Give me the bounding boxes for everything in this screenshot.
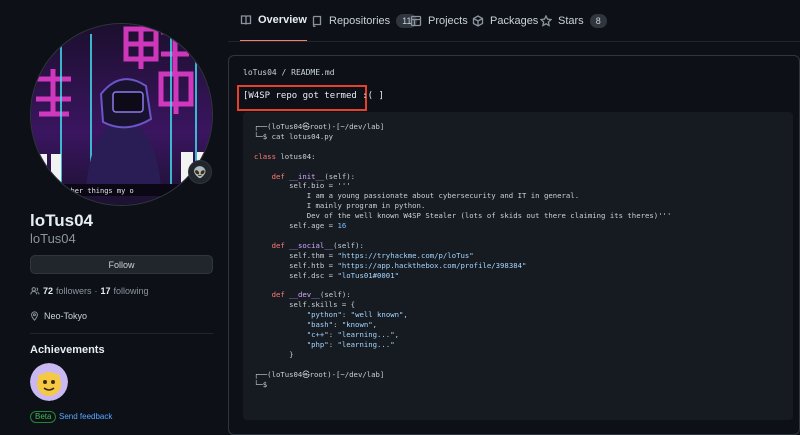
readme-path[interactable]: loTus04 / README.md: [243, 68, 335, 77]
readme-highlight-line: [W4SP repo got termed :( ]: [243, 91, 384, 101]
send-feedback-link[interactable]: Send feedback: [59, 411, 112, 423]
package-icon: [472, 15, 484, 27]
code-line: "php": "learning...": [306, 339, 395, 349]
code-line: └─$: [254, 379, 268, 389]
code-line: "python": "well known",: [306, 310, 408, 320]
code-line: class lotus04:: [254, 151, 316, 161]
code-line: "bash": "known",: [306, 320, 378, 330]
followers-info: 72 followers · 17 following: [30, 286, 149, 296]
following-count[interactable]: 17: [101, 286, 111, 296]
code-line: def __init__(self):: [271, 171, 356, 181]
beta-label: Beta: [30, 411, 57, 423]
code-line: I mainly program in python.: [254, 201, 426, 211]
code-line: "c++": "learning...",: [306, 330, 400, 340]
profile-login: loTus04: [30, 231, 76, 246]
readme-code: ┌──(loTus04㉿root)-[~/dev/lab] └─$ cat lot…: [254, 122, 671, 389]
code-line: def __social__(self):: [271, 240, 364, 250]
alien-icon: 👽: [193, 166, 207, 179]
tab-label: Projects: [428, 15, 468, 27]
avatar-caption: > remember things my o: [41, 187, 134, 195]
tab-label: Stars: [558, 15, 584, 27]
code-line: self.thm = "https://tryhackme.com/p/loTu…: [254, 250, 474, 260]
following-label[interactable]: following: [114, 286, 149, 296]
code-line: def __dev__(self):: [271, 290, 351, 300]
achievement-badge[interactable]: [30, 363, 68, 401]
table-icon: [410, 15, 422, 27]
tab-label: Packages: [490, 15, 539, 27]
code-line: self.dsc = "loTus01#0001": [254, 270, 399, 280]
tab-repositories[interactable]: Repositories 11: [311, 0, 418, 42]
tab-stars[interactable]: Stars 8: [540, 0, 607, 42]
code-line: Dev of the well known W4SP Stealer (lots…: [254, 211, 672, 221]
code-line: }: [254, 349, 294, 359]
avatar[interactable]: > remember things my o: [30, 23, 213, 206]
repo-icon: [312, 15, 322, 27]
separator-dot: ·: [94, 286, 98, 296]
code-line: self.htb = "https://app.hackthebox.com/p…: [254, 260, 527, 270]
profile-name: loTus04: [30, 211, 93, 230]
people-icon: [30, 287, 40, 295]
status-emoji-button[interactable]: 👽: [188, 160, 212, 184]
code-line: self.skills = {: [254, 300, 356, 310]
tab-label: Repositories: [329, 15, 391, 27]
code-line: └─$ cat lotus04.py: [254, 131, 334, 141]
tab-packages[interactable]: Packages: [472, 0, 538, 42]
star-icon: [540, 15, 552, 27]
location-text: Neo-Tokyo: [44, 311, 88, 321]
profile-location: Neo-Tokyo: [30, 311, 87, 321]
code-line: ┌──(loTus04㉿root)-[~/dev/lab]: [254, 369, 385, 379]
followers-count[interactable]: 72: [43, 286, 53, 296]
tabs-divider: [228, 41, 800, 42]
code-line: self.bio = ''': [254, 181, 351, 191]
profile-tabs: Overview Repositories 11 Projects Packag…: [228, 0, 800, 42]
achievement-badge-icon: [30, 363, 68, 401]
tab-label: Overview: [258, 14, 307, 26]
achievements-title: Achievements: [30, 344, 105, 356]
follow-button[interactable]: Follow: [30, 255, 213, 274]
followers-label[interactable]: followers: [56, 286, 92, 296]
tab-overview[interactable]: Overview: [240, 0, 307, 42]
code-line: ┌──(loTus04㉿root)-[~/dev/lab]: [254, 122, 385, 131]
tab-projects[interactable]: Projects: [410, 0, 468, 42]
sidebar-divider: [30, 333, 213, 334]
code-line: self.age = 16: [254, 221, 347, 231]
code-line: I am a young passionate about cybersecur…: [254, 191, 580, 201]
stars-count-badge: 8: [589, 14, 607, 28]
location-pin-icon: [31, 311, 38, 321]
book-icon: [240, 15, 252, 25]
cyberpunk-avatar-image: > remember things my o: [31, 24, 212, 205]
